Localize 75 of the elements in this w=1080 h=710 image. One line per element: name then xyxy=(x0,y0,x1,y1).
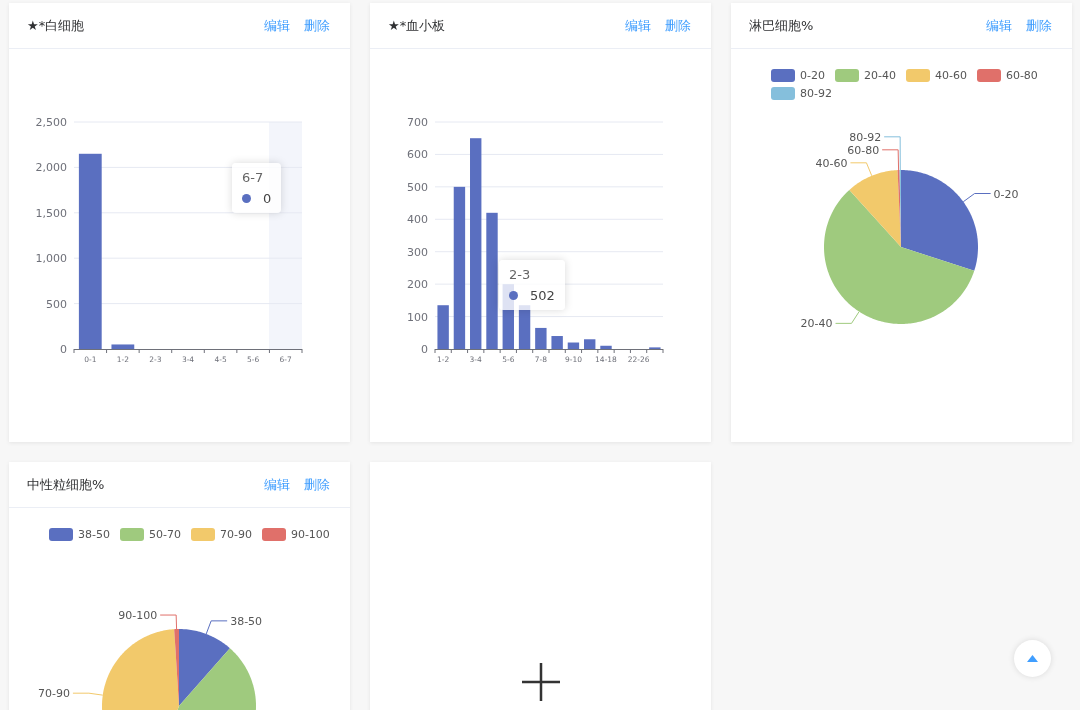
card-title: ★*白细胞 xyxy=(27,16,86,35)
leader-line xyxy=(205,620,228,635)
axis-label: 2,500 xyxy=(35,116,67,129)
legend-label[interactable]: 50-70 xyxy=(148,528,181,541)
axis-label: 300 xyxy=(407,245,428,259)
bar[interactable] xyxy=(600,345,612,349)
series-dot-icon xyxy=(242,194,251,203)
leader-line xyxy=(835,311,860,324)
slice-label: 38-50 xyxy=(230,614,263,628)
series-dot-icon xyxy=(509,291,518,300)
card-title: ★*血小板 xyxy=(388,16,447,35)
legend-swatch[interactable] xyxy=(190,528,215,541)
legend-swatch[interactable] xyxy=(49,528,73,541)
slice-label: 40-60 xyxy=(815,156,848,170)
tooltip-title: 6-7 xyxy=(242,170,265,185)
axis-label: 100 xyxy=(407,310,428,324)
legend-swatch[interactable] xyxy=(976,69,1001,82)
axis-label: 2,000 xyxy=(35,161,67,175)
card-title: 中性粒细胞% xyxy=(27,475,106,494)
legend-label[interactable]: 20-40 xyxy=(863,69,896,82)
legend-label[interactable]: 90-100 xyxy=(290,528,330,541)
legend-label[interactable]: 80-92 xyxy=(800,87,832,100)
bar[interactable] xyxy=(567,342,580,349)
axis-label: 400 xyxy=(407,213,428,227)
legend-swatch[interactable] xyxy=(834,69,859,82)
axis-label: 600 xyxy=(407,148,428,162)
bar[interactable] xyxy=(470,138,482,349)
legend-label[interactable]: 70-90 xyxy=(219,528,252,541)
slice-label: 0-20 xyxy=(993,187,1019,201)
axis-label: 700 xyxy=(407,116,428,129)
card-title: 淋巴细胞% xyxy=(749,16,815,35)
leader-line xyxy=(159,614,178,630)
slice-label: 20-40 xyxy=(800,317,833,331)
tooltip-value: 0 xyxy=(263,191,272,206)
legend-swatch[interactable] xyxy=(771,87,795,100)
pie-slice[interactable] xyxy=(179,629,230,706)
legend-swatch[interactable] xyxy=(119,528,144,541)
pie-slice[interactable] xyxy=(177,648,256,710)
pie-slice[interactable] xyxy=(901,170,978,271)
scroll-top-button[interactable] xyxy=(1014,640,1051,677)
slice-label: 80-92 xyxy=(849,130,882,144)
bar[interactable] xyxy=(486,212,498,349)
caret-icon xyxy=(1027,655,1038,662)
bar[interactable] xyxy=(111,344,135,349)
axis-label: 500 xyxy=(407,180,428,194)
legend-swatch[interactable] xyxy=(261,528,286,541)
leader-line xyxy=(72,692,104,696)
pie-slice[interactable] xyxy=(849,170,901,247)
axis-label: 500 xyxy=(46,297,67,311)
legend-label[interactable]: 40-60 xyxy=(934,69,967,82)
bar[interactable] xyxy=(535,327,547,349)
bar[interactable] xyxy=(551,336,563,349)
legend-label[interactable]: 60-80 xyxy=(1005,69,1038,82)
axis-label: 0 xyxy=(60,343,67,356)
legend-swatch[interactable] xyxy=(905,69,930,82)
plus-icon[interactable] xyxy=(521,662,560,701)
legend-label[interactable]: 38-50 xyxy=(78,528,110,541)
bar[interactable] xyxy=(584,339,596,349)
axis-label: 200 xyxy=(407,278,428,292)
axis-label: 0 xyxy=(421,343,428,356)
tooltip-title: 2-3 xyxy=(509,267,532,282)
bar[interactable] xyxy=(453,186,466,349)
bar[interactable] xyxy=(437,305,449,349)
slice-label: 90-100 xyxy=(118,609,158,623)
legend-label[interactable]: 0-20 xyxy=(800,69,825,82)
leader-line xyxy=(962,193,992,203)
slice-label: 70-90 xyxy=(37,687,70,701)
tooltip-value: 502 xyxy=(530,288,555,303)
axis-label: 1,000 xyxy=(35,252,67,266)
axis-label: 1,500 xyxy=(35,206,67,220)
pie-slice[interactable] xyxy=(102,629,179,710)
bar[interactable] xyxy=(78,153,102,349)
legend-swatch[interactable] xyxy=(771,69,795,82)
slice-label: 60-80 xyxy=(847,143,880,157)
leader-line xyxy=(849,162,873,177)
